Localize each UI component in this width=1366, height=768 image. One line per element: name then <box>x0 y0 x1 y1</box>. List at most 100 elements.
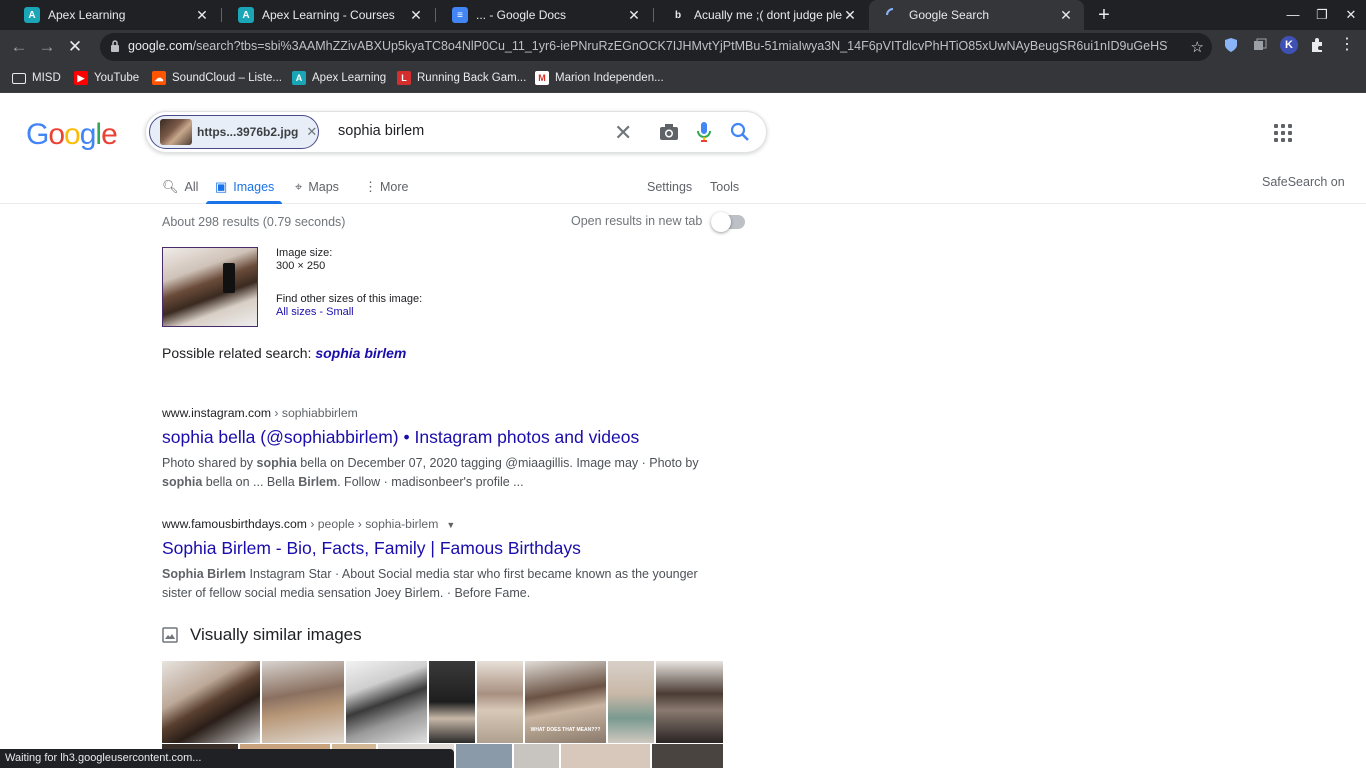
forward-button[interactable]: → <box>36 36 58 58</box>
stop-button[interactable]: ✕ <box>64 36 86 58</box>
bookmark-apex-learning[interactable]: A Apex Learning <box>292 69 386 87</box>
shield-extension-icon[interactable] <box>1222 36 1240 54</box>
bookmark-marion[interactable]: M Marion Independen... <box>535 69 664 87</box>
tab-label: All <box>184 180 199 194</box>
image-icon: ▣ <box>215 179 228 194</box>
tab-google-docs[interactable]: ≡ ... - Google Docs ✕ <box>436 0 652 30</box>
similar-image[interactable] <box>561 744 650 768</box>
more-vert-icon: ⋮ <box>364 179 377 194</box>
similar-image[interactable] <box>652 744 723 768</box>
tab-title: Google Search <box>909 8 990 22</box>
search-result: www.famousbirthdays.com › people › sophi… <box>162 517 722 603</box>
close-icon[interactable]: ✕ <box>1058 7 1074 24</box>
restore-button[interactable]: ❐ <box>1307 0 1337 30</box>
youtube-icon: ▶ <box>74 71 88 85</box>
bookmark-youtube[interactable]: ▶ YouTube <box>74 69 139 87</box>
active-tab-indicator <box>206 201 282 204</box>
result-url[interactable]: www.instagram.com › sophiabbirlem <box>162 406 722 420</box>
related-query-link[interactable]: sophia birlem <box>315 345 406 361</box>
similar-image[interactable] <box>262 661 344 743</box>
similar-image[interactable] <box>346 661 427 743</box>
similar-image[interactable] <box>162 661 260 743</box>
related-label: Possible related search: <box>162 345 312 361</box>
small-size-link[interactable]: Small <box>326 306 354 318</box>
address-bar[interactable]: google.com/search?tbs=sbi%3AAMhZZivABXUp… <box>100 33 1212 61</box>
new-tab-button[interactable]: + <box>1093 4 1115 26</box>
url-text[interactable]: google.com/search?tbs=sbi%3AAMhZZivABXUp… <box>128 39 1168 53</box>
similar-image[interactable] <box>429 661 475 743</box>
extensions-puzzle-icon[interactable] <box>1308 36 1326 54</box>
close-icon[interactable]: ✕ <box>842 7 858 24</box>
similar-image[interactable] <box>656 661 723 743</box>
google-apps-icon[interactable] <box>1274 124 1292 142</box>
similar-image[interactable] <box>608 661 654 743</box>
loading-icon <box>885 7 901 23</box>
search-input[interactable]: sophia birlem <box>338 123 424 139</box>
menu-kebab-icon[interactable]: ⋮ <box>1338 36 1356 54</box>
tools-link[interactable]: Tools <box>710 175 739 199</box>
similar-image[interactable] <box>456 744 512 768</box>
chip-remove-icon[interactable]: ✕ <box>306 124 317 140</box>
tab-title: Apex Learning - Courses <box>262 8 395 22</box>
map-pin-icon: ⌖ <box>295 179 303 194</box>
caret-down-icon[interactable]: ▼ <box>446 520 455 530</box>
tabs-extension-icon[interactable] <box>1251 36 1269 54</box>
close-window-button[interactable]: ✕ <box>1336 0 1366 30</box>
back-button[interactable]: ← <box>8 36 30 58</box>
query-image-thumb <box>160 119 192 145</box>
close-icon[interactable]: ✕ <box>194 7 210 24</box>
browser-toolbar: ← → ✕ google.com/search?tbs=sbi%3AAMhZZi… <box>0 30 1366 63</box>
settings-link[interactable]: Settings <box>647 175 692 199</box>
tab-more[interactable]: ⋮ More <box>364 175 408 199</box>
new-tab-toggle-label: Open results in new tab <box>571 214 703 228</box>
new-tab-toggle[interactable] <box>711 212 745 232</box>
bookmark-label: MISD <box>32 72 61 84</box>
search-result: www.instagram.com › sophiabbirlem sophia… <box>162 406 722 492</box>
tab-acually-me[interactable]: b Acually me ;( dont judge please ✕ <box>654 0 868 30</box>
image-query-chip[interactable]: https...3976b2.jpg ✕ <box>149 115 319 149</box>
result-title-link[interactable]: Sophia Birlem - Bio, Facts, Family | Fam… <box>162 538 722 559</box>
toggle-knob[interactable] <box>711 212 731 232</box>
search-icon[interactable] <box>730 122 750 142</box>
similar-images-heading: Visually similar images <box>162 625 362 645</box>
safesearch-status[interactable]: SafeSearch on <box>1262 175 1345 189</box>
result-stats: About 298 results (0.79 seconds) <box>162 215 346 229</box>
all-sizes-link[interactable]: All sizes <box>276 306 316 318</box>
bookmark-star-icon[interactable]: ☆ <box>1191 38 1204 56</box>
tab-apex-learning[interactable]: A Apex Learning ✕ <box>8 0 220 30</box>
tab-title: Apex Learning <box>48 8 126 22</box>
tools-label: Tools <box>710 180 740 194</box>
google-logo[interactable]: Google <box>26 118 118 152</box>
result-url[interactable]: www.famousbirthdays.com › people › sophi… <box>162 517 722 531</box>
tab-maps[interactable]: ⌖ Maps <box>295 175 339 199</box>
bookmark-soundcloud[interactable]: ☁ SoundCloud – Liste... <box>152 69 282 87</box>
tab-apex-courses[interactable]: A Apex Learning - Courses ✕ <box>222 0 434 30</box>
settings-label: Settings <box>647 180 693 194</box>
result-snippet: Sophia Birlem Instagram Star · About Soc… <box>162 567 698 600</box>
similar-image[interactable] <box>514 744 559 768</box>
tab-all[interactable]: 🔍︎ All <box>162 175 198 199</box>
thumb-caption: WHAT DOES THAT MEAN??? <box>530 727 601 733</box>
similar-image[interactable] <box>477 661 523 743</box>
query-image[interactable] <box>162 247 258 327</box>
browser-chrome: A Apex Learning ✕ A Apex Learning - Cour… <box>0 0 1366 93</box>
clear-search-icon[interactable]: ✕ <box>614 120 632 146</box>
bookmark-misd[interactable]: MISD <box>12 69 61 87</box>
similar-image[interactable]: WHAT DOES THAT MEAN??? <box>525 661 606 743</box>
close-icon[interactable]: ✕ <box>626 7 642 24</box>
similar-images-title: Visually similar images <box>190 625 362 644</box>
folder-icon <box>12 72 26 84</box>
tab-google-search[interactable]: Google Search ✕ <box>869 0 1084 30</box>
apex-icon: A <box>292 71 306 85</box>
camera-icon[interactable] <box>658 122 680 142</box>
result-title-link[interactable]: sophia bella (@sophiabbirlem) • Instagra… <box>162 427 722 448</box>
chip-label: https...3976b2.jpg <box>197 125 299 139</box>
profile-k-icon[interactable]: K <box>1280 36 1298 54</box>
search-box[interactable]: https...3976b2.jpg ✕ sophia birlem ✕ <box>145 111 767 153</box>
mic-icon[interactable] <box>696 121 712 143</box>
bookmark-running-back[interactable]: L Running Back Gam... <box>397 69 526 87</box>
close-icon[interactable]: ✕ <box>408 7 424 24</box>
minimize-button[interactable]: — <box>1278 0 1308 30</box>
gmail-icon: M <box>535 71 549 85</box>
tab-images[interactable]: ▣ Images <box>215 175 274 199</box>
